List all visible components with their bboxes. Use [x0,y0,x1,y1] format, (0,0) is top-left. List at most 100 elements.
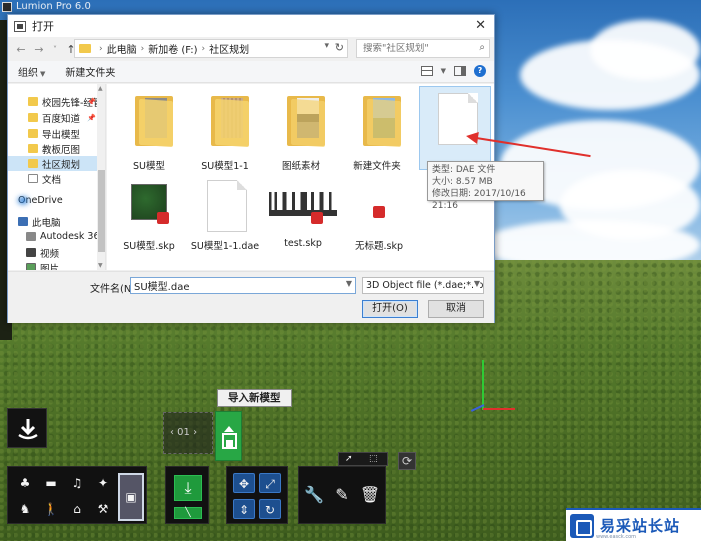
chevron-down-icon[interactable]: ▾ [324,41,329,51]
file-item-untitled-skp[interactable]: 无标题.skp [343,178,415,262]
nav-item-autodesk[interactable]: Autodesk 360 [8,229,105,244]
help-icon[interactable]: ? [474,65,486,77]
file-tooltip: 类型: DAE 文件 大小: 8.57 MB 修改日期: 2017/10/16 … [427,161,544,211]
scroll-down-icon[interactable]: ▼ [98,262,103,269]
import-tile[interactable] [7,408,47,448]
car-icon[interactable]: ▬ [40,473,62,493]
file-type-value: 3D Object file (*.dae;*.fbx;*.s [366,280,484,291]
selection-mode-bar: ➚ ⬚ [338,452,388,466]
organize-label: 组织 [18,68,38,79]
cancel-button[interactable]: 取消 [428,300,484,318]
box-select-icon[interactable]: ⬚ [369,454,378,464]
breadcrumb-drive[interactable]: 新加卷 (F:) [148,41,197,56]
nav-item-label: 图片 [40,263,60,271]
chevron-down-icon[interactable]: ▼ [473,279,480,288]
folder-icon [28,159,38,168]
place-mode-icon[interactable]: ╲ [174,507,202,519]
search-input[interactable] [363,43,473,54]
search-icon[interactable]: ⌕ [479,42,485,53]
chevron-down-icon[interactable]: ▼ [441,67,446,75]
refresh-icon[interactable]: ↻ [335,41,344,54]
scale-icon[interactable]: ⤢ [259,473,281,493]
breadcrumb-separator: › [99,43,103,54]
watermark-subtext: www.easck.com [596,534,637,540]
folder-icon [28,144,38,153]
open-file-dialog: 打开 ✕ ← → ˅ ↑ › 此电脑 › 新加卷 (F:) › 社区规划 ▾ ↻… [7,14,544,323]
sound-icon[interactable]: ♫ [66,473,88,493]
trash-icon[interactable]: 🗑 [359,485,381,505]
import-new-model-button[interactable] [215,411,242,461]
height-icon[interactable]: ⇕ [233,499,255,519]
breadcrumb-folder[interactable]: 社区规划 [209,41,249,56]
new-folder-button[interactable]: 新建文件夹 [65,64,115,79]
pencil-icon[interactable]: ✎ [331,485,353,505]
file-item-test-skp[interactable]: test.skp [267,178,339,262]
nav-item-export-model[interactable]: 导出模型 [8,126,98,141]
tree-icon[interactable]: ♣ [14,473,36,493]
sketchup-icon [157,212,169,224]
scroll-up-icon[interactable]: ▲ [98,85,103,92]
model-library-tile[interactable]: ‹ 01 › [163,412,213,454]
file-type-select[interactable]: 3D Object file (*.dae;*.fbx;*.s ▼ [362,277,484,294]
change-view-icon[interactable] [420,66,433,76]
file-item-su-model-skp[interactable]: SU模型.skp [113,178,185,262]
chevron-down-icon[interactable]: ▼ [346,279,352,288]
nav-item-pictures[interactable]: 图片 [8,260,98,270]
file-item-su-model-1-1-folder[interactable]: SU模型1-1 [189,88,261,172]
scrollbar-thumb[interactable] [98,170,105,252]
organize-menu[interactable]: 组织 ▼ [18,64,45,79]
walker-icon[interactable]: 🚶 [40,499,62,519]
open-button[interactable]: 打开(O) [362,300,418,318]
pin-icon: 📌 [87,113,96,122]
toolbar-right: ▼ ? [420,65,486,77]
folder-icon [28,97,38,106]
file-label: SU模型 [133,161,165,172]
search-box[interactable]: ⌕ [356,39,490,58]
recent-locations-icon[interactable]: ˅ [48,45,62,54]
nav-item-xiaoyuan[interactable]: 校园先锋-经管 📌 [8,94,102,109]
nav-item-label: Autodesk 360 [40,231,106,242]
wrench-icon[interactable]: 🔧 [303,485,325,505]
preview-pane-icon[interactable] [454,66,466,76]
move-icon[interactable]: ✥ [233,473,255,493]
nav-item-baidu[interactable]: 百度知道 📌 [8,110,98,125]
utility-icon[interactable]: ⚒ [92,499,114,519]
file-item-new-folder[interactable]: 新建文件夹 [341,88,413,172]
breadcrumb-separator: › [140,43,145,54]
nav-item-videos[interactable]: 视频 [8,245,98,260]
nav-item-documents[interactable]: 文档 [8,171,98,186]
file-label: SU模型.skp [123,241,175,252]
nav-scrollbar[interactable]: ▲ ▼ [97,84,105,270]
rotate-icon[interactable]: ↻ [259,499,281,519]
refresh-icon[interactable]: ⟳ [398,452,416,470]
file-item-drawings-folder[interactable]: 图纸素材 [265,88,337,172]
folder-icon [28,113,38,122]
nav-item-label: 教板厄图 [42,144,81,156]
back-arrow-icon[interactable]: ← [14,43,28,56]
file-item-su-model-1-1-dae[interactable]: SU模型1-1.dae [189,178,261,262]
picture-icon [26,263,36,270]
close-icon[interactable]: ✕ [475,18,486,33]
nav-item-this-pc[interactable]: 此电脑 [8,214,98,229]
filename-field[interactable]: SU模型.dae ▼ [130,277,356,294]
forward-arrow-icon[interactable]: → [32,43,46,56]
computer-icon [18,217,28,226]
nav-item-template[interactable]: 教板厄图 [8,141,98,156]
nav-item-community-plan[interactable]: 社区规划 [8,156,98,171]
file-item-su-model-folder[interactable]: SU模型 [113,88,185,172]
place-object-icon[interactable]: ⤓ [174,475,202,501]
place-object-tray: ⤓ ╲ [165,466,209,524]
dialog-toolbar: 组织 ▼ 新建文件夹 ▼ ? [8,61,494,83]
house-icon[interactable]: ⌂ [66,499,88,519]
address-bar[interactable]: › 此电脑 › 新加卷 (F:) › 社区规划 ▾ ↻ [74,39,348,58]
people-icon[interactable]: ♞ [14,499,36,519]
imported-models-icon[interactable]: ▣ [118,473,144,521]
file-label: SU模型1-1 [201,161,249,172]
file-item-su-model-dae[interactable] [419,86,491,170]
cursor-icon[interactable]: ➚ [345,454,353,464]
effects-icon[interactable]: ✦ [92,473,114,493]
import-icon [18,419,38,440]
folder-icon [79,44,91,53]
nav-item-onedrive[interactable]: OneDrive [8,193,98,208]
breadcrumb-this-pc[interactable]: 此电脑 [107,41,137,56]
